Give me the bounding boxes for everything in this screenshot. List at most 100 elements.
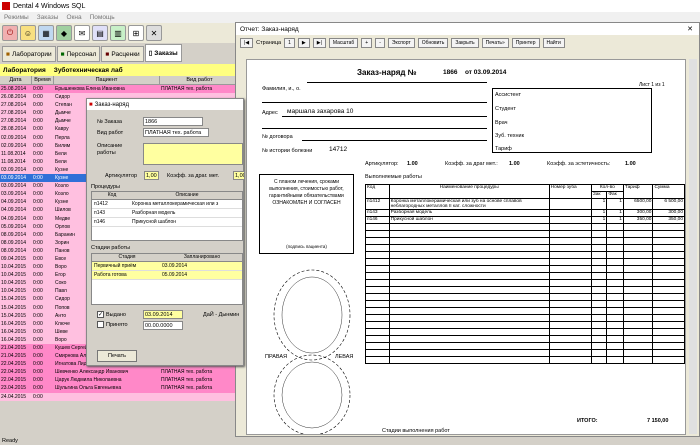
list-item[interactable]: п146 Прикусной шаблон <box>92 218 242 227</box>
app-icon <box>2 2 10 10</box>
empty-row <box>365 335 685 343</box>
table-row[interactable]: 23.04.2015 0:00 Шульгина Ольга Евгеньевна П… <box>0 384 240 393</box>
close-icon[interactable]: ✕ <box>687 25 699 33</box>
art-label: Артикулятор: <box>365 161 399 167</box>
zoom-in-button[interactable]: + <box>361 38 373 48</box>
page-number[interactable]: 1 <box>284 38 295 48</box>
search-button[interactable]: Найти <box>542 38 565 48</box>
history-label: № истории болезни <box>262 148 313 154</box>
cell-time: 0:00 <box>33 369 43 376</box>
tariff-label: Тариф <box>495 146 512 152</box>
work-type-select[interactable]: ПЛАТНАЯ тех. работа <box>143 128 209 137</box>
work-f: 1 <box>606 216 624 224</box>
report-icon[interactable]: ▤ <box>92 25 108 41</box>
zoom-out-button[interactable]: - <box>375 38 385 48</box>
address-line <box>282 116 487 117</box>
table-row[interactable]: 25.08.2014 0:00 Ерышенкова Елена Ивановна П… <box>0 85 240 94</box>
issued-checkbox[interactable]: ✓ <box>97 311 104 318</box>
order-dialog: ■ Заказ-наряд № Заказа 1866 Вид работ ПЛ… <box>86 98 245 366</box>
report-heading: Заказ-наряд № <box>357 68 417 77</box>
cell-time: 0:00 <box>33 255 43 262</box>
col-time[interactable]: Время <box>32 76 54 84</box>
export-button[interactable]: Экспорт <box>387 38 415 48</box>
cell-time: 0:00 <box>33 175 43 182</box>
coef-input[interactable]: 1,00 <box>233 171 245 180</box>
list-item[interactable]: п1412 Коронка металлокерамическая или з <box>92 200 242 209</box>
menu-windows[interactable]: Окна <box>62 14 85 21</box>
order-dialog-titlebar: ■ Заказ-наряд <box>87 99 243 110</box>
menu-modes[interactable]: Режимы <box>0 14 33 21</box>
cell-date: 22.04.2015 <box>1 361 27 368</box>
art-value: 1.00 <box>407 161 418 167</box>
tab-labs[interactable]: ■ Лаборатории <box>2 46 56 62</box>
staff-icon: ■ <box>60 50 65 58</box>
table-row[interactable]: 22.04.2015 0:00 Шевченко Александр Иванови… <box>0 368 240 377</box>
accepted-date-input[interactable]: 00.00.0000 <box>143 321 183 330</box>
left-label: ЛЕВАЯ <box>335 354 354 360</box>
refresh-button[interactable]: Обновить <box>417 38 449 48</box>
cell-date: 09.04.2015 <box>1 255 27 262</box>
print-button[interactable]: Печать <box>97 350 137 362</box>
stages-col-planned[interactable]: Запланировано <box>162 254 242 261</box>
list-item[interactable]: Первичный приём 03.09.2014 <box>92 262 242 271</box>
work-tooth <box>548 216 592 224</box>
power-icon[interactable]: ⏻ <box>2 25 18 41</box>
art-input[interactable]: 1,00 <box>144 171 159 180</box>
shield-icon[interactable]: ◆ <box>56 25 72 41</box>
col-date[interactable]: Дата <box>0 76 32 84</box>
issued-date-input[interactable]: 03.09.2014 <box>143 310 183 319</box>
tech-label: Зуб. техник <box>495 133 525 139</box>
tooth-icon[interactable]: ☺ <box>20 25 36 41</box>
report-page: Заказ-наряд № 1866 от 03.09.2014 Лист 1 … <box>246 59 686 435</box>
order-num-input[interactable]: 1866 <box>143 117 203 126</box>
procs-col-desc[interactable]: Описание <box>132 192 242 199</box>
col-work[interactable]: Вид работ <box>160 76 240 84</box>
table-row: п143 Разборная модель 1 1 300,00 300,00 <box>365 209 685 217</box>
procs-col-code[interactable]: Код <box>92 192 132 199</box>
scale-button[interactable]: Масштаб <box>328 38 359 48</box>
tab-orders[interactable]: ▯ Заказы <box>144 44 182 62</box>
cell-time: 0:00 <box>33 86 43 92</box>
chart-icon[interactable]: ▥ <box>110 25 126 41</box>
main-tabs: ■ Лаборатории ■ Персонал ■ Расценки ▯ Заказы <box>0 44 240 62</box>
empty-row <box>365 230 685 238</box>
desc-input[interactable] <box>143 143 243 165</box>
calendar-icon[interactable]: ▦ <box>38 25 54 41</box>
first-page-button[interactable]: |◀ <box>240 38 254 48</box>
printer-button[interactable]: Принтер <box>511 38 540 48</box>
stages-col-name[interactable]: Стадия <box>92 254 162 261</box>
works-col-code: Код <box>365 184 390 199</box>
close-icon[interactable]: ✕ <box>146 25 162 41</box>
tab-staff[interactable]: ■ Персонал <box>56 46 101 62</box>
close-button[interactable]: Закрыть <box>451 38 479 48</box>
report-scrollbar[interactable] <box>689 59 697 434</box>
col-patient[interactable]: Пациент <box>54 76 160 84</box>
accepted-label: Принято <box>106 322 128 328</box>
work-code: п146 <box>365 216 390 224</box>
calc-icon[interactable]: ⊞ <box>128 25 144 41</box>
list-item[interactable]: п143 Разборная модель <box>92 209 242 218</box>
mail-icon[interactable]: ✉ <box>74 25 90 41</box>
contract-label: № договора <box>262 134 293 140</box>
stage-date: 05.09.2014 <box>162 272 188 278</box>
table-row[interactable]: 22.04.2015 0:00 Царук Людмила Николаевна ПЛ… <box>0 376 240 385</box>
proc-code: п143 <box>94 210 106 216</box>
cell-date: 03.09.2014 <box>1 191 27 198</box>
orders-icon: ▯ <box>148 50 153 57</box>
print-button[interactable]: Печать» <box>481 38 509 48</box>
accepted-checkbox[interactable] <box>97 321 104 328</box>
proc-desc: Разборная модель <box>132 210 176 216</box>
cell-time: 0:00 <box>33 142 43 149</box>
table-row[interactable]: 24.04.2015 0:00 <box>0 392 240 401</box>
cell-date: 03.09.2014 <box>1 175 27 182</box>
cell-time: 0:00 <box>33 264 43 271</box>
tab-prices[interactable]: ■ Расценки <box>101 46 144 62</box>
cell-date: 22.04.2015 <box>1 369 27 376</box>
work-tooth <box>548 198 592 210</box>
lab-value[interactable]: Зуботехническая лаб <box>54 67 123 74</box>
last-page-button[interactable]: ▶| <box>312 38 326 48</box>
menu-help[interactable]: Помощь <box>86 14 119 21</box>
next-page-button[interactable]: ▶ <box>297 38 310 48</box>
list-item[interactable]: Работа готова 05.09.2014 <box>92 271 242 280</box>
menu-orders[interactable]: Заказы <box>33 14 63 21</box>
